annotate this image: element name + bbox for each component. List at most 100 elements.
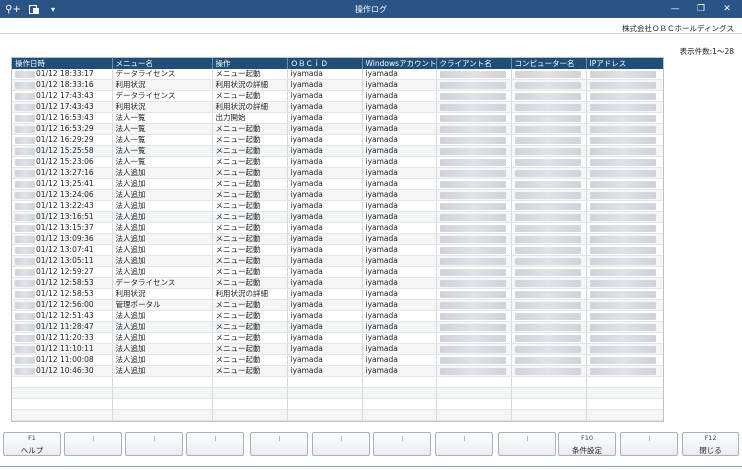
fkey-label: 条件設定 — [572, 446, 602, 455]
table-row[interactable]: 01/12 12:59:27 法人追加 メニュー起動 iyamada iyamada — [12, 266, 663, 278]
redacted-year — [15, 81, 35, 89]
table-row[interactable]: 01/12 13:22:43 法人追加 メニュー起動 iyamada iyamada — [12, 200, 663, 212]
cell-menu: 法人追加 — [112, 178, 213, 190]
redacted-value — [514, 92, 581, 100]
cell-datetime-text: 01/12 12:58:53 — [36, 289, 94, 298]
redacted-value — [589, 224, 656, 232]
cell-computer — [511, 90, 587, 102]
table-row[interactable]: 01/12 11:10:11 法人追加 メニュー起動 iyamada iyamada — [12, 343, 663, 355]
cell-datetime: 01/12 15:25:58 — [12, 145, 113, 157]
cell-ip — [586, 222, 663, 234]
table-row[interactable]: 01/12 12:58:53 データライセンス メニュー起動 iyamada iyama… — [12, 277, 663, 289]
cell-menu-text: 法人追加 — [115, 223, 146, 232]
cell-computer — [511, 266, 587, 278]
fkey-empty-3[interactable] — [125, 432, 183, 456]
fkey-empty-4[interactable] — [186, 432, 244, 456]
table-row[interactable]: 01/12 13:25:41 法人追加 メニュー起動 iyamada iyamada — [12, 178, 663, 190]
cell-computer — [511, 134, 587, 146]
col-windows-account[interactable]: Windowsアカウント — [362, 58, 437, 69]
cell-windows-account — [362, 409, 437, 421]
cell-obcid: iyamada — [287, 90, 363, 102]
col-ip[interactable]: IPアドレス — [586, 58, 663, 69]
table-row[interactable]: 01/12 12:51:43 法人追加 メニュー起動 iyamada iyamada — [12, 310, 663, 322]
table-row[interactable]: 01/12 13:07:41 法人追加 メニュー起動 iyamada iyamada — [12, 244, 663, 256]
redacted-value — [514, 202, 581, 210]
cell-obcid-text: iyamada — [290, 333, 323, 342]
cell-windows-account-text: iyamada — [365, 201, 398, 210]
table-row[interactable]: 01/12 16:53:29 法人一覧 メニュー起動 iyamada iyamada — [12, 123, 663, 135]
redacted-value — [514, 147, 581, 155]
cell-operation — [212, 398, 288, 410]
cell-windows-account: iyamada — [362, 79, 437, 91]
cell-menu: 法人追加 — [112, 167, 213, 179]
fkey-empty-7[interactable] — [373, 432, 431, 456]
cell-operation-text: 利用状況の詳細 — [215, 80, 269, 89]
cell-operation-text: メニュー起動 — [215, 135, 261, 144]
log-grid[interactable]: 操作日時 メニュー名 操作 ＯＢＣｉＤ Windowsアカウント クライアント名… — [11, 57, 664, 422]
cell-operation-text: メニュー起動 — [215, 124, 261, 133]
cell-client — [436, 244, 512, 256]
redacted-value — [514, 268, 581, 276]
table-row[interactable]: 01/12 12:58:53 利用状況 利用状況の詳細 iyamada iyamada — [12, 288, 663, 300]
cell-ip — [586, 420, 663, 421]
redacted-value — [589, 136, 656, 144]
redacted-value — [439, 323, 506, 331]
restore-button[interactable]: ❐ — [690, 0, 712, 18]
cell-operation: メニュー起動 — [212, 90, 288, 102]
cell-operation-text: 出力開始 — [215, 113, 246, 122]
redacted-value — [439, 180, 506, 188]
cell-ip — [586, 409, 663, 421]
table-row[interactable]: 01/12 13:16:51 法人追加 メニュー起動 iyamada iyamada — [12, 211, 663, 223]
col-datetime[interactable]: 操作日時 — [12, 58, 113, 69]
fkey-f12[interactable]: F12 閉じる — [682, 432, 739, 456]
fkey-f10[interactable]: F10 条件設定 — [558, 432, 616, 456]
table-row[interactable]: 01/12 18:33:16 利用状況 利用状況の詳細 iyamada iyamada — [12, 79, 663, 91]
table-row[interactable]: 01/12 13:24:06 法人追加 メニュー起動 iyamada iyamada — [12, 189, 663, 201]
redacted-year — [15, 92, 35, 100]
cell-operation-text: メニュー起動 — [215, 355, 261, 364]
redacted-value — [514, 191, 581, 199]
table-row[interactable]: 01/12 10:46:30 法人追加 メニュー起動 iyamada iyamada — [12, 365, 663, 377]
table-row[interactable]: 01/12 11:00:08 法人追加 メニュー起動 iyamada iyamada — [12, 354, 663, 366]
fkey-empty-9[interactable] — [498, 432, 556, 456]
cell-ip — [586, 178, 663, 190]
redacted-value — [514, 136, 581, 144]
cell-obcid-text: iyamada — [290, 355, 323, 364]
table-row[interactable]: 01/12 17:43:43 データライセンス メニュー起動 iyamada iyama… — [12, 90, 663, 102]
minimize-button[interactable]: — — [664, 0, 686, 18]
table-row[interactable]: 01/12 13:15:37 法人追加 メニュー起動 iyamada iyamada — [12, 222, 663, 234]
close-button[interactable]: ✕ — [716, 0, 738, 18]
cell-operation-text: 利用状況の詳細 — [215, 102, 269, 111]
cell-operation: メニュー起動 — [212, 123, 288, 135]
table-row[interactable]: 01/12 17:43:43 利用状況 利用状況の詳細 iyamada iyamada — [12, 101, 663, 113]
cell-operation: メニュー起動 — [212, 167, 288, 179]
col-operation[interactable]: 操作 — [212, 58, 288, 69]
table-row[interactable]: 01/12 16:53:43 法人一覧 出力開始 iyamada iyamada — [12, 112, 663, 124]
table-row[interactable]: 01/12 16:29:29 法人一覧 メニュー起動 iyamada iyamada — [12, 134, 663, 146]
cell-datetime-text: 01/12 16:53:43 — [36, 113, 94, 122]
col-obcid[interactable]: ＯＢＣｉＤ — [287, 58, 363, 69]
redacted-value — [514, 356, 581, 364]
table-row[interactable]: 01/12 15:23:06 法人一覧 メニュー起動 iyamada iyamada — [12, 156, 663, 168]
fkey-empty-11[interactable] — [620, 432, 678, 456]
cell-operation-text: メニュー起動 — [215, 344, 261, 353]
col-client[interactable]: クライアント名 — [436, 58, 512, 69]
table-row[interactable]: 01/12 12:56:00 管理ポータル メニュー起動 iyamada iyamada — [12, 299, 663, 311]
cell-computer — [511, 244, 587, 256]
fkey-f1[interactable]: F1 ヘルプ — [3, 432, 61, 456]
table-row[interactable]: 01/12 13:05:11 法人追加 メニュー起動 iyamada iyamada — [12, 255, 663, 267]
fkey-empty-2[interactable] — [64, 432, 122, 456]
table-row[interactable]: 01/12 13:27:16 法人追加 メニュー起動 iyamada iyamada — [12, 167, 663, 179]
table-row[interactable]: 01/12 18:33:17 データライセンス メニュー起動 iyamada iyama… — [12, 69, 663, 80]
col-computer[interactable]: コンピューター名 — [511, 58, 587, 69]
fkey-empty-6[interactable] — [312, 432, 370, 456]
col-menu[interactable]: メニュー名 — [112, 58, 213, 69]
table-row[interactable]: 01/12 13:09:36 法人追加 メニュー起動 iyamada iyamada — [12, 233, 663, 245]
fkey-empty-8[interactable] — [435, 432, 493, 456]
table-row[interactable]: 01/12 11:28:47 法人追加 メニュー起動 iyamada iyamada — [12, 321, 663, 333]
fkey-empty-5[interactable] — [250, 432, 308, 456]
table-row[interactable]: 01/12 15:25:58 法人一覧 メニュー起動 iyamada iyamada — [12, 145, 663, 157]
table-row[interactable]: 01/12 11:20:33 法人追加 メニュー起動 iyamada iyamada — [12, 332, 663, 344]
cell-computer — [511, 222, 587, 234]
cell-operation: メニュー起動 — [212, 156, 288, 168]
